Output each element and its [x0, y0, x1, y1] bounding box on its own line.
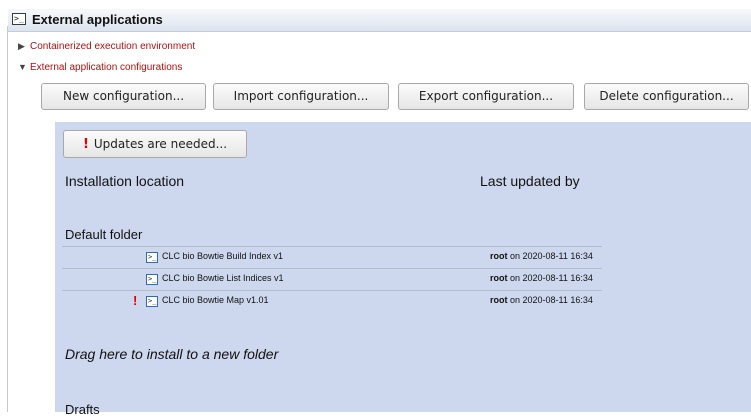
delete-configuration-button[interactable]: Delete configuration... — [584, 83, 749, 110]
drafts-title: Drafts — [65, 402, 100, 417]
new-configuration-button[interactable]: New configuration... — [41, 83, 206, 110]
updated-info: root on 2020-08-11 16:34 — [490, 251, 593, 261]
updated-user: root — [490, 251, 508, 261]
table-row[interactable]: ! >_ CLC bio Bowtie Map v1.01 root on 20… — [62, 290, 602, 313]
updated-when: on 2020-08-11 16:34 — [507, 295, 593, 305]
app-name: CLC bio Bowtie Build Index v1 — [162, 251, 284, 261]
warning-icon: ! — [82, 137, 89, 152]
tree-item-label: External application configurations — [30, 62, 183, 73]
app-name: CLC bio Bowtie List Indices v1 — [162, 273, 284, 283]
section-header: >_ External applications — [8, 9, 751, 32]
terminal-icon: >_ — [146, 296, 158, 307]
terminal-icon: >_ — [12, 13, 26, 25]
updated-when: on 2020-08-11 16:34 — [507, 251, 593, 261]
section-title: External applications — [32, 12, 163, 27]
collapse-arrow-icon[interactable]: ▼ — [18, 62, 30, 72]
expand-arrow-icon[interactable]: ▶ — [18, 41, 30, 52]
terminal-icon: >_ — [146, 274, 158, 285]
drag-install-target[interactable]: Drag here to install to a new folder — [65, 346, 278, 362]
tree-item-containerized[interactable]: ▶ Containerized execution environment — [18, 41, 195, 52]
tree-item-configurations[interactable]: ▼ External application configurations — [18, 62, 182, 73]
warning-icon: ! — [133, 293, 138, 308]
updated-user: root — [490, 295, 508, 305]
last-updated-header: Last updated by — [480, 173, 580, 189]
installation-location-header: Installation location — [65, 173, 185, 189]
tree-item-label: Containerized execution environment — [30, 41, 196, 52]
export-configuration-button[interactable]: Export configuration... — [398, 83, 574, 110]
updates-needed-button[interactable]: ! Updates are needed... — [63, 130, 247, 158]
import-configuration-button[interactable]: Import configuration... — [213, 83, 389, 110]
left-border — [7, 26, 8, 412]
updated-user: root — [490, 273, 508, 283]
terminal-icon: >_ — [146, 252, 158, 263]
updates-button-label: Updates are needed... — [93, 137, 228, 151]
default-folder-title: Default folder — [65, 227, 143, 242]
updated-info: root on 2020-08-11 16:34 — [490, 295, 593, 305]
table-row[interactable]: >_ CLC bio Bowtie Build Index v1 root on… — [62, 246, 602, 269]
updated-info: root on 2020-08-11 16:34 — [490, 273, 593, 283]
updated-when: on 2020-08-11 16:34 — [507, 273, 593, 283]
configurations-panel: ! Updates are needed... Installation loca… — [55, 122, 751, 417]
app-name: CLC bio Bowtie Map v1.01 — [162, 295, 269, 305]
table-row[interactable]: >_ CLC bio Bowtie List Indices v1 root o… — [62, 268, 602, 291]
